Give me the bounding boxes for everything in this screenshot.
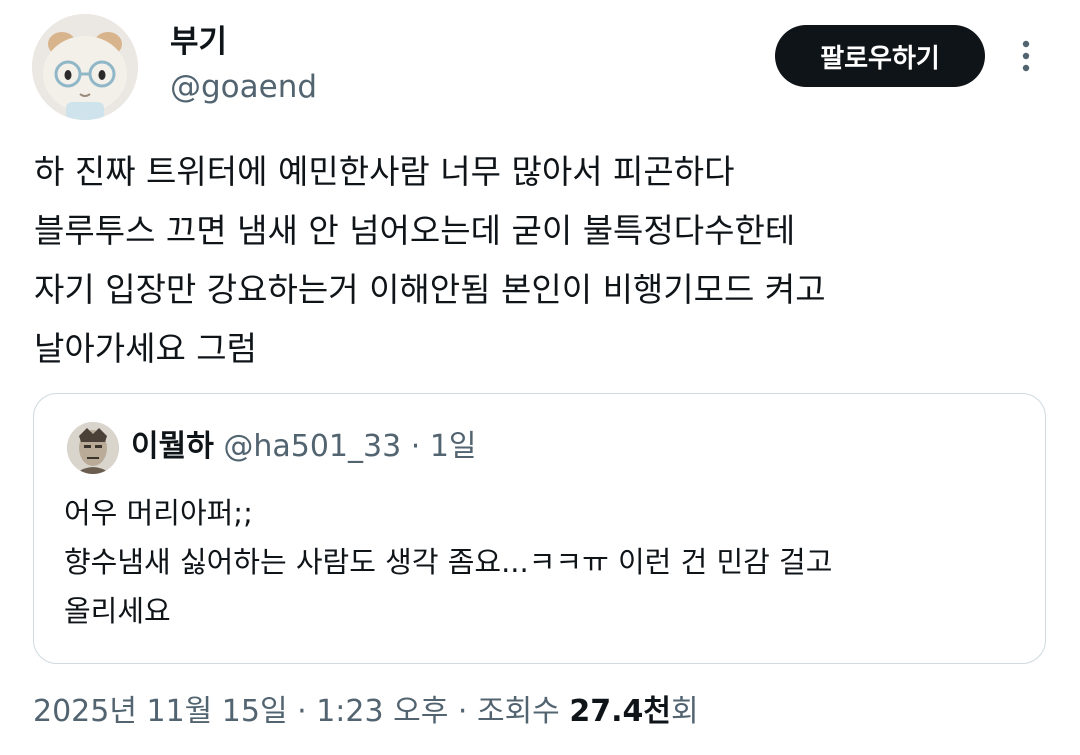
quote-text-line: 올리세요 [64,594,171,628]
meta-separator: · [297,694,307,729]
tweet-date[interactable]: 2025년 11월 15일 [33,694,288,729]
quote-author-name: 이뭘하 [131,429,214,464]
quote-text-line: 어우 머리아퍼;; [64,496,253,530]
quote-author-avatar [67,422,119,474]
follow-button[interactable]: 팔로우하기 [775,25,985,87]
author-avatar[interactable] [32,14,138,120]
avatar-image [32,14,138,120]
quote-avatar-image [67,422,119,474]
views-count: 27.4천 [569,694,671,729]
quote-text-line: 향수냄새 싫어하는 사람도 생각 좀요...ㅋㅋㅠ 이런 건 민감 걸고 [64,545,833,579]
tweet-text-line: 블루투스 끄면 냄새 안 넘어오는데 굳이 불특정다수한테 [34,211,796,250]
tweet-time[interactable]: 1:23 오후 [316,694,448,729]
quote-header: 이뭘하 @ha501_33 · 1일 [131,426,477,468]
more-vertical-icon[interactable] [1008,36,1044,76]
quote-author-handle: @ha501_33 [223,429,402,464]
views-label: 조회수 [476,694,560,729]
meta-separator: · [457,694,468,729]
author-handle[interactable]: @goaend [170,66,317,108]
tweet-text: 하 진짜 트위터에 예민한사람 너무 많아서 피곤하다 블루투스 끄면 냄새 안… [34,142,1054,378]
tweet: 부기 @goaend 팔로우하기 하 진짜 트위터에 예민한사람 너무 많아서 … [0,0,1080,755]
quote-text: 어우 머리아퍼;; 향수냄새 싫어하는 사람도 생각 좀요...ㅋㅋㅠ 이런 건… [64,489,1024,636]
quote-separator: · [410,429,421,464]
quote-time: 1일 [429,429,477,464]
tweet-text-line: 날아가세요 그럼 [34,329,258,368]
author-name[interactable]: 부기 [170,22,227,62]
tweet-meta: 2025년 11월 15일 · 1:23 오후 · 조회수 27.4천회 [33,690,699,734]
tweet-text-line: 하 진짜 트위터에 예민한사람 너무 많아서 피곤하다 [34,152,735,191]
quoted-tweet[interactable]: 이뭘하 @ha501_33 · 1일 어우 머리아퍼;; 향수냄새 싫어하는 사… [33,393,1046,664]
tweet-text-line: 자기 입장만 강요하는거 이해안됨 본인이 비행기모드 켜고 [34,270,826,309]
views-unit: 회 [670,694,699,729]
